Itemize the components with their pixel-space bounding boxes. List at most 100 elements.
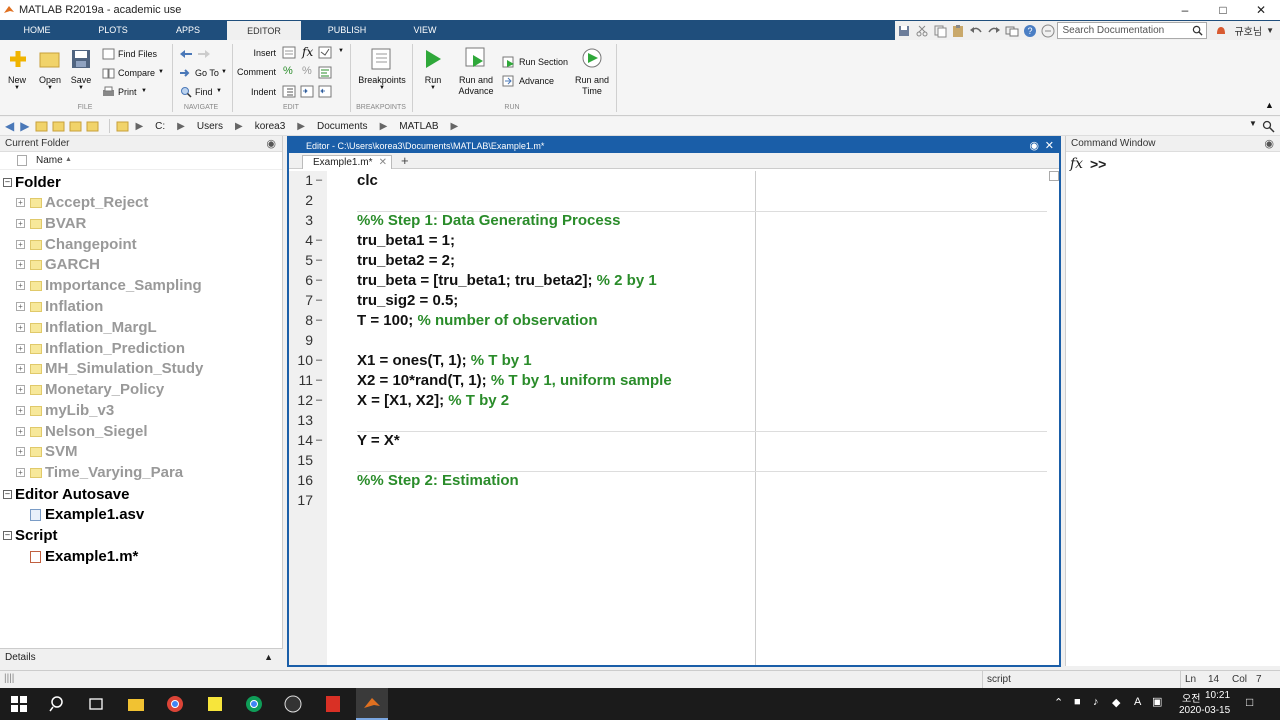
section-editor-autosave[interactable]: – Editor Autosave xyxy=(3,486,129,503)
collapse-icon[interactable]: – xyxy=(3,490,12,499)
search-taskbar-icon[interactable] xyxy=(49,695,67,713)
comment-icon[interactable]: % xyxy=(283,65,293,77)
expand-plus-icon[interactable]: + xyxy=(16,219,25,228)
breakpoints-dropdown-icon[interactable]: ▼ xyxy=(377,85,387,91)
collapse-toolstrip-icon[interactable]: ▲ xyxy=(1265,100,1274,110)
tab-view[interactable]: VIEW xyxy=(400,20,450,40)
code-line[interactable]: tru_beta2 = 2; xyxy=(357,252,455,269)
up-folder-icon[interactable] xyxy=(35,120,48,132)
details-panel-header[interactable]: Details ▲ xyxy=(0,648,283,666)
folder-item[interactable]: + Inflation xyxy=(16,298,103,315)
folder-item[interactable]: + MH_Simulation_Study xyxy=(16,360,203,377)
browse-folder-icon[interactable] xyxy=(52,120,65,132)
insert-button[interactable]: Insert xyxy=(244,48,276,58)
run-and-time-icon[interactable] xyxy=(581,47,603,71)
code-line[interactable]: %% Step 1: Data Generating Process xyxy=(357,212,620,229)
breakpoints-button[interactable]: Breakpoints xyxy=(354,75,410,85)
command-prompt[interactable]: >> xyxy=(1090,156,1106,172)
minimize-icon[interactable]: – xyxy=(1166,0,1204,20)
decrease-indent-icon[interactable] xyxy=(318,85,332,98)
breakpoint-marker[interactable]: – xyxy=(316,314,322,326)
insert-options-icon[interactable] xyxy=(318,46,332,59)
run-dropdown-icon[interactable]: ▼ xyxy=(428,85,438,91)
section-folder[interactable]: – Folder xyxy=(3,174,61,191)
path-segment[interactable]: MATLAB xyxy=(399,121,438,132)
folder-item[interactable]: + myLib_v3 xyxy=(16,402,114,419)
file-item[interactable]: Example1.m* xyxy=(30,548,138,565)
folder-item[interactable]: + SVM xyxy=(16,443,78,460)
windows-start-icon[interactable] xyxy=(10,695,28,713)
dropbox-icon[interactable]: ◆ xyxy=(1112,696,1120,709)
code-line[interactable]: X2 = 10*rand(T, 1); % T by 1, uniform sa… xyxy=(357,372,672,389)
volume-icon[interactable]: ♪ xyxy=(1093,696,1099,708)
code-line[interactable]: Y = X* xyxy=(357,432,400,449)
new-button[interactable]: New xyxy=(4,75,30,85)
find-dropdown-icon[interactable]: ▼ xyxy=(216,88,222,94)
folder-item[interactable]: + Time_Varying_Para xyxy=(16,464,183,481)
path-dropdown-icon[interactable]: ▼ xyxy=(1249,119,1257,128)
column-header[interactable]: Name ▲ xyxy=(0,152,282,170)
breakpoint-marker[interactable]: – xyxy=(316,374,322,386)
open-button[interactable]: Open xyxy=(36,75,64,85)
code-line[interactable]: clc xyxy=(357,172,378,189)
breakpoints-icon[interactable] xyxy=(371,48,391,70)
folder-item[interactable]: + Inflation_MargL xyxy=(16,319,157,336)
tray-chevron-icon[interactable]: ⌃ xyxy=(1054,696,1063,709)
function-browser-icon[interactable]: fx xyxy=(1070,156,1083,172)
save-dropdown-icon[interactable]: ▼ xyxy=(76,85,86,91)
maximize-icon[interactable]: □ xyxy=(1204,0,1242,20)
path-segment[interactable]: Documents xyxy=(317,121,368,132)
collapse-icon[interactable]: – xyxy=(3,178,12,187)
tab-example1[interactable]: Example1.m* ✕ xyxy=(302,155,392,169)
expand-plus-icon[interactable]: + xyxy=(16,385,25,394)
run-section-button[interactable]: Run Section xyxy=(519,57,568,67)
path-segment[interactable]: C: xyxy=(155,121,165,132)
run-and-advance-button[interactable]: Run and Advance xyxy=(456,75,496,97)
chrome-icon[interactable] xyxy=(166,695,184,713)
file-explorer-icon[interactable] xyxy=(127,695,145,713)
go-to-button[interactable]: Go To xyxy=(195,68,219,78)
uncomment-icon[interactable]: % xyxy=(302,65,312,77)
run-icon[interactable] xyxy=(423,48,443,70)
path-segment[interactable]: korea3 xyxy=(255,121,286,132)
find-button[interactable]: Find xyxy=(195,87,213,97)
editor-close-icon[interactable]: ✕ xyxy=(1045,139,1054,152)
browse-icon[interactable] xyxy=(86,120,99,132)
new-dropdown-icon[interactable]: ▼ xyxy=(12,85,22,91)
forward-arrow-icon[interactable] xyxy=(197,49,211,59)
copy-icon[interactable] xyxy=(932,23,948,39)
obs-icon[interactable] xyxy=(284,695,302,713)
run-button[interactable]: Run xyxy=(420,75,446,85)
section-script[interactable]: – Script xyxy=(3,527,58,544)
code-line[interactable]: X = [X1, X2]; % T by 2 xyxy=(357,392,509,409)
editor-actions-icon[interactable]: ◉ xyxy=(1029,139,1039,152)
folder-item[interactable]: + BVAR xyxy=(16,215,86,232)
path-segment[interactable]: Users xyxy=(197,121,223,132)
sticky-notes-icon[interactable] xyxy=(206,695,224,713)
collapse-icon[interactable]: – xyxy=(3,531,12,540)
folder-item[interactable]: + Nelson_Siegel xyxy=(16,423,148,440)
tab-home[interactable]: HOME xyxy=(14,20,60,40)
close-icon[interactable]: ✕ xyxy=(1242,0,1280,20)
tab-plots[interactable]: PLOTS xyxy=(88,20,138,40)
tab-apps[interactable]: APPS xyxy=(164,20,212,40)
search-documentation-input[interactable]: Search Documentation xyxy=(1057,22,1208,39)
breakpoint-marker[interactable]: – xyxy=(316,234,322,246)
expand-plus-icon[interactable]: + xyxy=(16,260,25,269)
indent-button[interactable]: Indent xyxy=(246,87,276,97)
save-file-icon[interactable] xyxy=(71,49,91,69)
expand-details-icon[interactable]: ▲ xyxy=(264,652,273,662)
undo-icon[interactable] xyxy=(968,23,984,39)
compare-button[interactable]: Compare xyxy=(118,68,155,78)
breakpoint-marker[interactable]: – xyxy=(316,434,322,446)
print-button[interactable]: Print xyxy=(118,87,137,97)
task-view-icon[interactable] xyxy=(87,695,105,713)
comment-button[interactable]: Comment xyxy=(236,67,276,77)
back-arrow-icon[interactable] xyxy=(179,49,193,59)
chrome-icon[interactable] xyxy=(245,695,263,713)
find-files-button[interactable]: Find Files xyxy=(118,49,157,59)
open-dropdown-icon[interactable]: ▼ xyxy=(45,85,55,91)
folder-item[interactable]: + GARCH xyxy=(16,256,100,273)
new-icon[interactable] xyxy=(7,48,29,70)
code-area[interactable]: clc %% Step 1: Data Generating Process tru… xyxy=(327,171,1047,665)
